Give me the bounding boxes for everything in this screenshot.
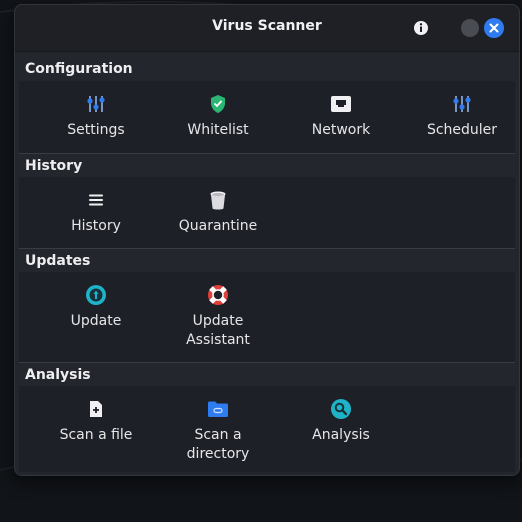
lifebuoy-icon: [208, 285, 228, 305]
folder-icon: [208, 401, 228, 417]
network-label: Network: [311, 122, 371, 138]
update-button[interactable]: Update: [36, 284, 156, 331]
settings-label: Settings: [67, 122, 125, 138]
update-label: Update: [70, 313, 122, 329]
window-title: Virus Scanner: [212, 18, 322, 34]
section-title-history: History: [25, 158, 83, 174]
close-button[interactable]: [484, 18, 504, 38]
update-assistant-button[interactable]: Update Assistant: [158, 284, 278, 350]
scan-file-button[interactable]: Scan a file: [36, 398, 156, 445]
close-icon: [489, 23, 499, 33]
list-icon: [89, 194, 103, 206]
scheduler-label: Scheduler: [426, 122, 498, 138]
file-add-icon: [90, 401, 102, 417]
analysis-panel: Scan a file Scan a directory Analysis: [19, 386, 515, 472]
scan-directory-label: Scan a directory: [186, 427, 250, 462]
info-button[interactable]: [412, 19, 430, 37]
section-title-updates: Updates: [25, 253, 91, 269]
analysis-label: Analysis: [312, 427, 370, 443]
minimize-button[interactable]: [461, 19, 479, 37]
quarantine-button[interactable]: Quarantine: [158, 189, 278, 236]
virus-scanner-window: Virus Scanner Configuration Settings Whi…: [14, 4, 520, 476]
shield-check-icon: [211, 95, 225, 113]
scan-directory-button[interactable]: Scan a directory: [158, 398, 278, 464]
scan-file-label: Scan a file: [59, 427, 133, 443]
update-assistant-label: Update Assistant: [186, 313, 250, 348]
section-title-analysis: Analysis: [25, 367, 91, 383]
settings-button[interactable]: Settings: [36, 93, 156, 140]
history-label: History: [71, 218, 121, 234]
info-icon: [414, 21, 428, 35]
trash-bin-icon: [210, 191, 226, 210]
quarantine-label: Quarantine: [178, 218, 258, 234]
analysis-button[interactable]: Analysis: [281, 398, 401, 445]
history-button[interactable]: History: [36, 189, 156, 236]
title-bar: Virus Scanner: [15, 5, 519, 52]
sliders-icon: [453, 96, 471, 112]
history-panel: History Quarantine: [19, 177, 515, 249]
whitelist-button[interactable]: Whitelist: [158, 93, 278, 140]
search-icon: [331, 399, 351, 419]
update-icon: [86, 285, 106, 305]
network-button[interactable]: Network: [281, 93, 401, 140]
network-port-icon: [331, 96, 351, 112]
updates-panel: Update Update Assistant: [19, 272, 515, 363]
configuration-panel: Settings Whitelist Network Scheduler: [19, 81, 515, 154]
whitelist-label: Whitelist: [187, 122, 249, 138]
scheduler-button[interactable]: Scheduler: [402, 93, 522, 140]
sliders-icon: [87, 96, 105, 112]
section-title-configuration: Configuration: [25, 61, 133, 77]
